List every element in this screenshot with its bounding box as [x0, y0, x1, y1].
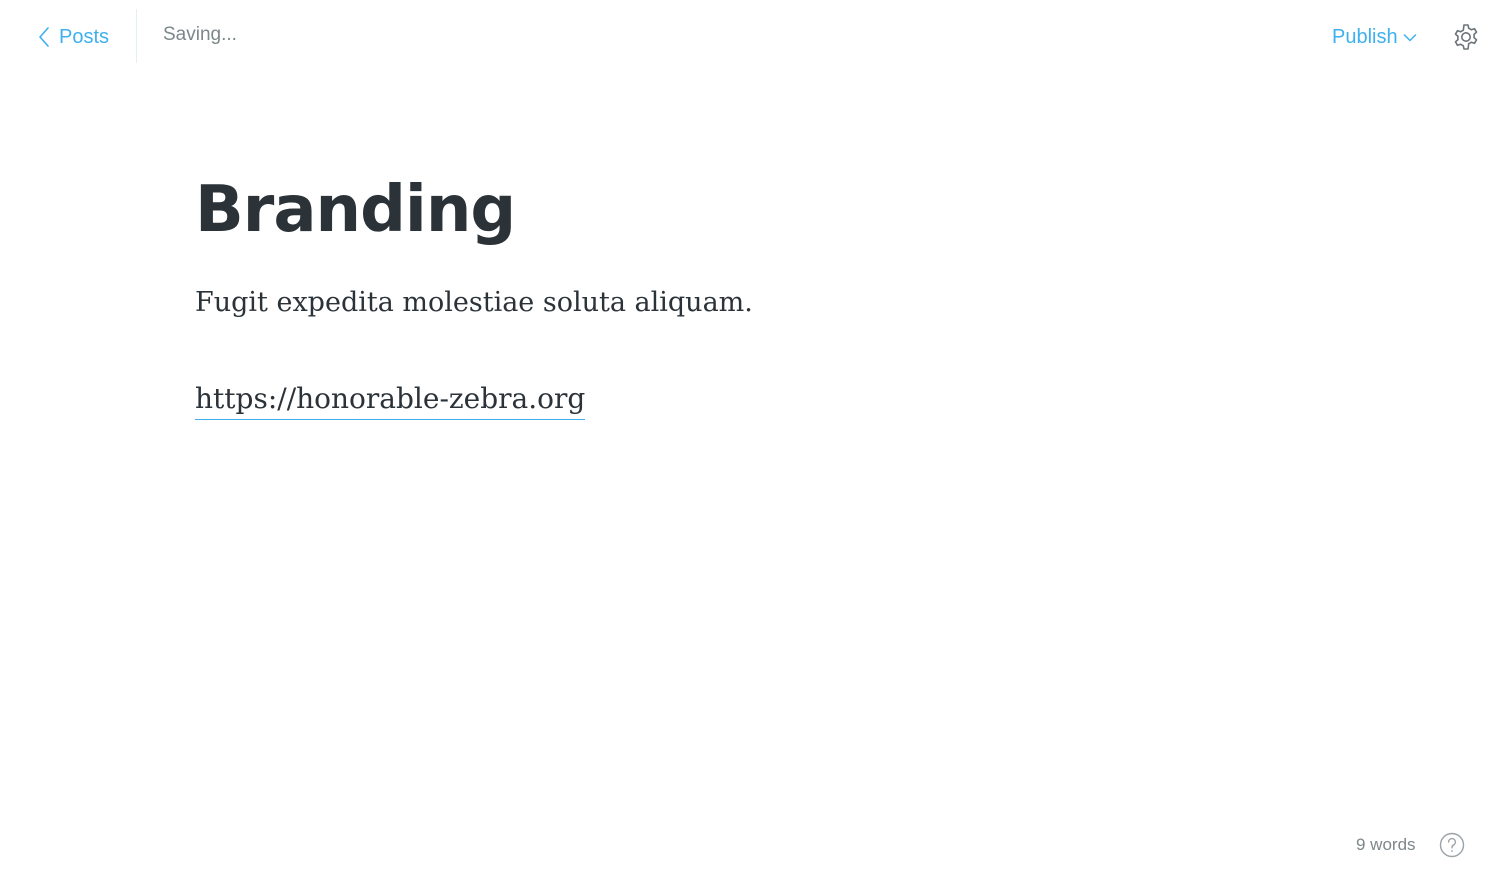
gear-icon — [1451, 24, 1481, 56]
chevron-down-icon — [1403, 26, 1417, 49]
back-to-posts-link[interactable]: Posts — [38, 22, 109, 52]
chevron-left-icon — [38, 26, 50, 48]
publish-label: Publish — [1332, 25, 1398, 48]
settings-button[interactable] — [1451, 22, 1481, 52]
header-divider — [136, 9, 137, 63]
word-count: 9 words — [1356, 835, 1416, 854]
publish-menu-button[interactable]: Publish — [1332, 22, 1417, 52]
post-body-link[interactable]: https://honorable-zebra.org — [195, 379, 586, 420]
post-body-paragraph[interactable]: Fugit expedita molestiae soluta aliquam. — [195, 283, 753, 323]
back-link-label: Posts — [59, 25, 110, 48]
editor-header: Posts Saving... Publish — [0, 0, 1500, 73]
post-title[interactable]: Branding — [195, 170, 516, 250]
help-button[interactable] — [1439, 832, 1465, 858]
question-circle-icon — [1439, 832, 1465, 862]
save-status: Saving... — [163, 24, 237, 45]
